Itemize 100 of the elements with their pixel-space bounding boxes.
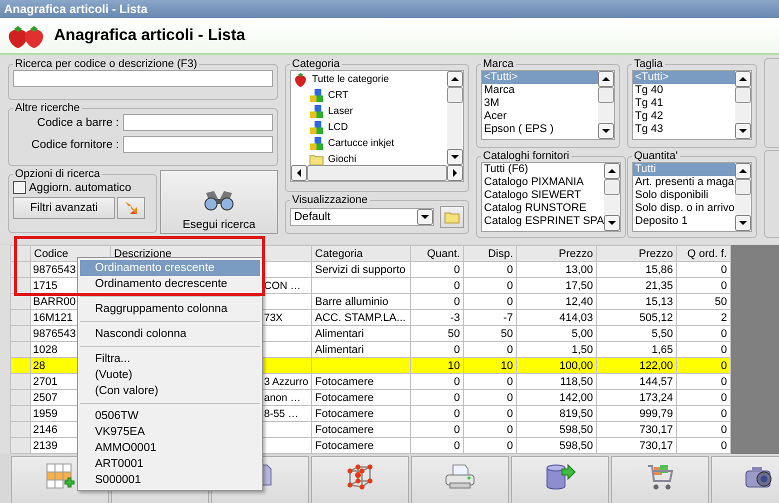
scroll-thumb-icon[interactable] (734, 87, 751, 103)
menu-item[interactable]: ART0001 (80, 456, 260, 472)
advanced-filters-button[interactable]: Filtri avanzati (13, 197, 115, 219)
group-label: Categoria (291, 58, 341, 70)
scroll-thumb-icon[interactable] (307, 165, 447, 181)
tree-item[interactable]: Laser (291, 103, 447, 119)
input-field[interactable] (123, 114, 273, 131)
list-box[interactable]: <Tutti> Marca 3M Acer Epson ( EPS ) (481, 70, 615, 140)
list-item[interactable]: Deposito 1 (633, 215, 735, 228)
scroll-up-icon[interactable] (734, 71, 751, 87)
input-field[interactable] (123, 136, 273, 153)
scroll-up-icon[interactable] (604, 163, 620, 179)
scrollbar[interactable] (734, 71, 751, 139)
table-cell: 17,50 (516, 278, 596, 294)
column-header[interactable]: Prezzo (516, 246, 596, 262)
column-header[interactable]: Prezzo (596, 246, 676, 262)
search-field[interactable] (13, 70, 273, 87)
toolbar-button[interactable] (411, 456, 509, 503)
table-cell: 0 (464, 422, 516, 438)
scroll-thumb-icon[interactable] (604, 179, 620, 195)
group-label: Taglia (633, 58, 664, 70)
table-cell: 118,50 (516, 374, 596, 390)
table-cell: Fotocamere (312, 390, 410, 406)
table-cell: Fotocamere (312, 438, 410, 454)
table-cell: 173,24 (596, 390, 676, 406)
scrollbar[interactable] (734, 163, 751, 231)
list-item[interactable]: Marca (482, 84, 598, 97)
scroll-left-icon[interactable] (291, 165, 307, 181)
scroll-thumb-icon[interactable] (734, 179, 751, 195)
list-item[interactable]: Tg 43 (633, 123, 735, 136)
scroll-up-icon[interactable] (734, 163, 751, 179)
table-cell: 122,00 (596, 358, 676, 374)
tree-item[interactable]: Cartucce inkjet (291, 135, 447, 151)
table-cell: 0 (410, 406, 464, 422)
column-header[interactable]: Disp. (464, 246, 516, 262)
column-header[interactable]: Quant. (410, 246, 464, 262)
field-label: Codice fornitore : (30, 138, 119, 150)
scroll-down-icon[interactable] (598, 123, 614, 139)
list-item[interactable]: Tg 41 (633, 97, 735, 110)
table-cell: 598,50 (516, 422, 596, 438)
list-box[interactable]: Tutti Art. presenti a maga Solo disponibili Solo disp. o in arrivo Deposito 1 (632, 162, 752, 232)
run-search-button[interactable]: Esegui ricerca (160, 170, 278, 234)
category-tree[interactable]: Tutte le categorie CRT Laser LCD Cartucce inkjet Giochi (290, 70, 464, 182)
table-cell: Servizi di supporto (312, 262, 410, 278)
table-cell: ACC. STAMP.LA... (312, 310, 410, 326)
list-item[interactable]: Catalog ESPRINET SPA (482, 215, 604, 228)
checkbox-label: Aggiorn. automatico (29, 182, 132, 194)
cubes-icon (309, 136, 324, 150)
scroll-down-icon[interactable] (734, 215, 751, 231)
view-dropdown[interactable]: Default (290, 208, 434, 226)
table-cell: 0 (464, 406, 516, 422)
list-item[interactable]: Solo disp. o in arrivo (633, 202, 735, 215)
column-header[interactable]: Q ord. f. (676, 246, 730, 262)
scroll-thumb-icon[interactable] (598, 87, 614, 103)
tree-item[interactable]: Tutte le categorie (291, 71, 447, 87)
list-item[interactable]: 3M (482, 97, 598, 110)
list-item[interactable]: Solo disponibili (633, 189, 735, 202)
toolbar-button[interactable] (511, 456, 609, 503)
scroll-down-icon[interactable] (604, 215, 620, 231)
scroll-thumb-icon[interactable] (447, 87, 463, 103)
scroll-up-icon[interactable] (447, 71, 463, 87)
table-cell: 100,00 (516, 358, 596, 374)
list-box[interactable]: <Tutti> Tg 40 Tg 41 Tg 42 Tg 43 (632, 70, 752, 140)
horizontal-scrollbar[interactable] (291, 165, 463, 181)
database-icon (544, 463, 576, 491)
list-item[interactable]: Epson ( EPS ) (482, 123, 598, 136)
list-item[interactable]: Tutti (F6) (482, 163, 604, 176)
toolbar-button[interactable] (311, 456, 409, 503)
list-item[interactable]: Tg 42 (633, 110, 735, 123)
list-item[interactable]: Catalogo PIXMANIA (482, 176, 604, 189)
table-cell: 5,00 (516, 326, 596, 342)
scrollbar[interactable] (598, 71, 614, 139)
menu-item[interactable]: S000001 (80, 472, 260, 488)
printer-icon (444, 463, 476, 491)
list-item[interactable]: Acer (482, 110, 598, 123)
table-cell: 0 (464, 278, 516, 294)
list-item[interactable]: Tg 40 (633, 84, 735, 97)
list-item[interactable]: Art. presenti a maga (633, 176, 735, 189)
scrollbar[interactable] (447, 71, 463, 165)
column-header[interactable]: Categoria (312, 246, 410, 262)
scroll-down-icon[interactable] (447, 149, 463, 165)
scrollbar[interactable] (604, 163, 620, 231)
tree-item[interactable]: Giochi (291, 151, 447, 165)
cubes-icon (309, 120, 324, 134)
list-box[interactable]: Tutti (F6) Catalogo PIXMANIA Catalogo SIEWERT Catalog RUNSTORE Catalog ESPRINET SPA (481, 162, 622, 232)
checkbox[interactable] (13, 181, 26, 194)
group-label: Cataloghi fornitori (482, 150, 570, 162)
table-cell: Barre alluminio (312, 294, 410, 310)
tree-item[interactable]: LCD (291, 119, 447, 135)
list-item[interactable]: Catalogo SIEWERT (482, 189, 604, 202)
scroll-right-icon[interactable] (447, 165, 463, 181)
table-cell: 730,17 (596, 422, 676, 438)
scroll-up-icon[interactable] (598, 71, 614, 87)
cubes-icon (309, 88, 324, 102)
table-cell: 0 (464, 262, 516, 278)
tree-item[interactable]: CRT (291, 87, 447, 103)
cubes-icon (309, 104, 324, 118)
list-item[interactable]: Catalog RUNSTORE (482, 202, 604, 215)
scroll-down-icon[interactable] (734, 123, 751, 139)
table-cell: 15,13 (596, 294, 676, 310)
